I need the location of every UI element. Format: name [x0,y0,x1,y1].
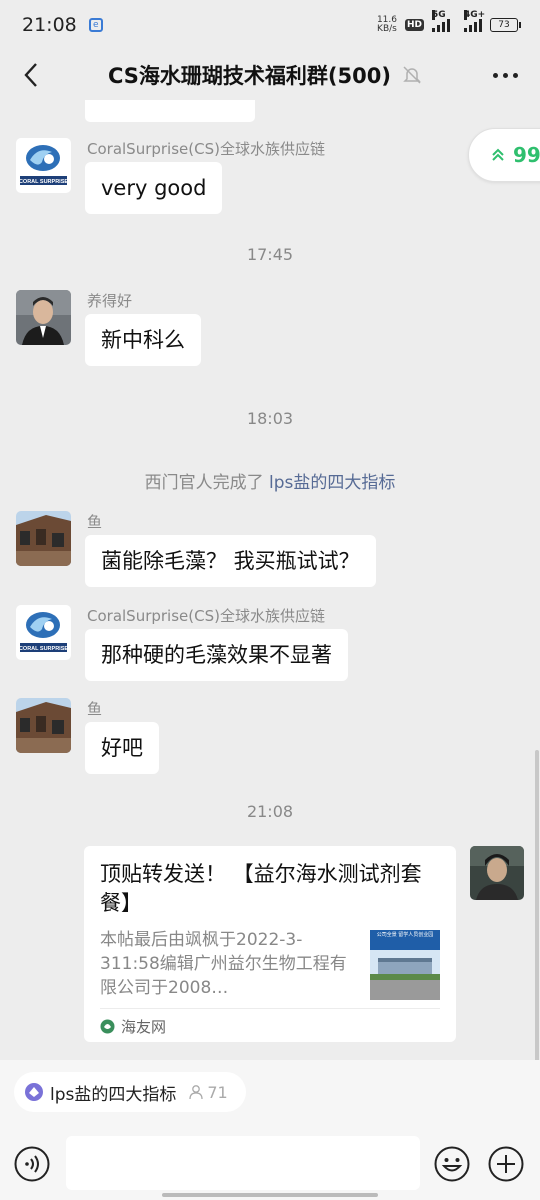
back-arrow-icon [24,63,37,87]
double-chevron-up-icon [492,148,504,161]
old-street-photo-icon [16,511,71,566]
sender-name: 鱼 [87,513,103,531]
timestamp: 17:45 [246,245,294,264]
avatar[interactable] [16,290,71,345]
topic-participants: 71 [188,1082,228,1102]
avatar[interactable] [16,511,71,566]
signal-sim2-icon: 4G+ [464,10,485,32]
scrollbar[interactable] [535,750,539,1060]
avatar[interactable]: CORAL SURPRISE [16,605,71,660]
chat-header: CS海水珊瑚技术福利群(500) [0,50,540,100]
emoji-smile-icon [434,1146,470,1182]
sender-name: 养得好 [87,292,133,310]
message-bubble[interactable]: 那种硬的毛藻效果不显著 [85,629,348,681]
float-pill-value: 99 [513,143,540,167]
battery-icon: 73 [490,18,521,32]
sender-name: 鱼 [87,700,103,718]
more-options-button[interactable] [493,72,518,78]
link-card-thumbnail-caption: 公司全景 留学人员创业园 [370,930,440,950]
message-bubble[interactable]: 好吧 [85,722,159,774]
net-speed-unit: KB/s [377,24,397,34]
link-card-description: 本帖最后由飒枫于2022-3-311:58编辑广州益尔生物工程有限公司于2008… [100,930,347,998]
signal-sim1-icon: 5G [432,10,450,32]
card-divider [100,1008,440,1009]
notification-app-icon: e [88,18,103,32]
home-indicator[interactable] [162,1193,378,1197]
timestamp: 18:03 [246,409,294,428]
coral-surprise-logo-icon: CORAL SURPRISE [16,138,71,193]
voice-input-button[interactable] [14,1146,50,1182]
message-input[interactable] [66,1136,420,1190]
system-message: 西门官人完成了 lps盐的四大指标 [0,468,540,493]
more-functions-button[interactable] [488,1146,524,1182]
person-photo-icon [470,846,524,900]
self-avatar[interactable] [470,846,524,900]
link-card[interactable]: 顶贴转发送！ 【益尔海水测试剂套餐】 本帖最后由飒枫于2022-3-311:58… [84,846,456,1042]
chat-title: CS海水珊瑚技术福利群(500) [108,64,391,88]
svg-text:CORAL SURPRISE: CORAL SURPRISE [19,179,68,185]
svg-text:CORAL SURPRISE: CORAL SURPRISE [19,646,68,652]
topic-pill[interactable]: lps盐的四大指标 71 [14,1072,246,1112]
net-speed: 11.6 KB/s [377,16,397,34]
sender-name: CoralSurprise(CS)全球水族供应链 [87,140,325,158]
coral-surprise-logo-icon: CORAL SURPRISE [16,605,71,660]
status-bar: 21:08 e 11.6 KB/s HD 5G 4G+ 73 [0,0,540,50]
back-button[interactable] [6,50,56,100]
link-card-source: 海友网 [100,1016,166,1037]
link-card-thumbnail: 公司全景 留学人员创业园 [370,930,440,1000]
sender-name: CoralSurprise(CS)全球水族供应链 [87,607,325,625]
sim1-network-label: 5G [432,10,446,20]
message-bubble[interactable]: 新中科么 [85,314,201,366]
source-site-icon [100,1019,115,1034]
topic-label: lps盐的四大指标 [50,1084,177,1105]
mute-bell-icon [403,66,421,84]
bottom-input-area: lps盐的四大指标 71 [0,1060,540,1200]
voice-icon [14,1146,50,1182]
emoji-button[interactable] [434,1146,470,1182]
avatar[interactable]: CORAL SURPRISE [16,138,71,193]
message-bubble[interactable]: 菌能除毛藻？ 我买瓶试试？ [85,535,376,587]
link-card-source-name: 海友网 [121,1018,167,1036]
link-card-title: 顶贴转发送！ 【益尔海水测试剂套餐】 [100,862,422,915]
hd-badge: HD [404,19,424,31]
person-photo-icon [16,290,71,345]
status-time: 21:08 [22,14,77,36]
message-bubble[interactable]: very good [85,162,223,214]
topic-count: 71 [207,1082,228,1102]
chat-messages-area[interactable]: CORAL SURPRISE CoralSurprise(CS)全球水族供应链 … [0,100,540,1060]
float-window-pill[interactable]: 99 [468,128,540,182]
topic-icon [25,1083,43,1101]
avatar[interactable] [16,698,71,753]
battery-level: 73 [498,20,510,30]
person-icon [189,1085,204,1100]
partial-message-bubble [85,100,255,122]
timestamp: 21:08 [246,802,294,821]
old-street-photo-icon [16,698,71,753]
sim2-network-label: 4G+ [464,10,486,20]
system-message-text: 西门官人完成了 [144,473,264,493]
plus-icon [488,1146,524,1182]
system-message-link[interactable]: lps盐的四大指标 [269,473,395,493]
